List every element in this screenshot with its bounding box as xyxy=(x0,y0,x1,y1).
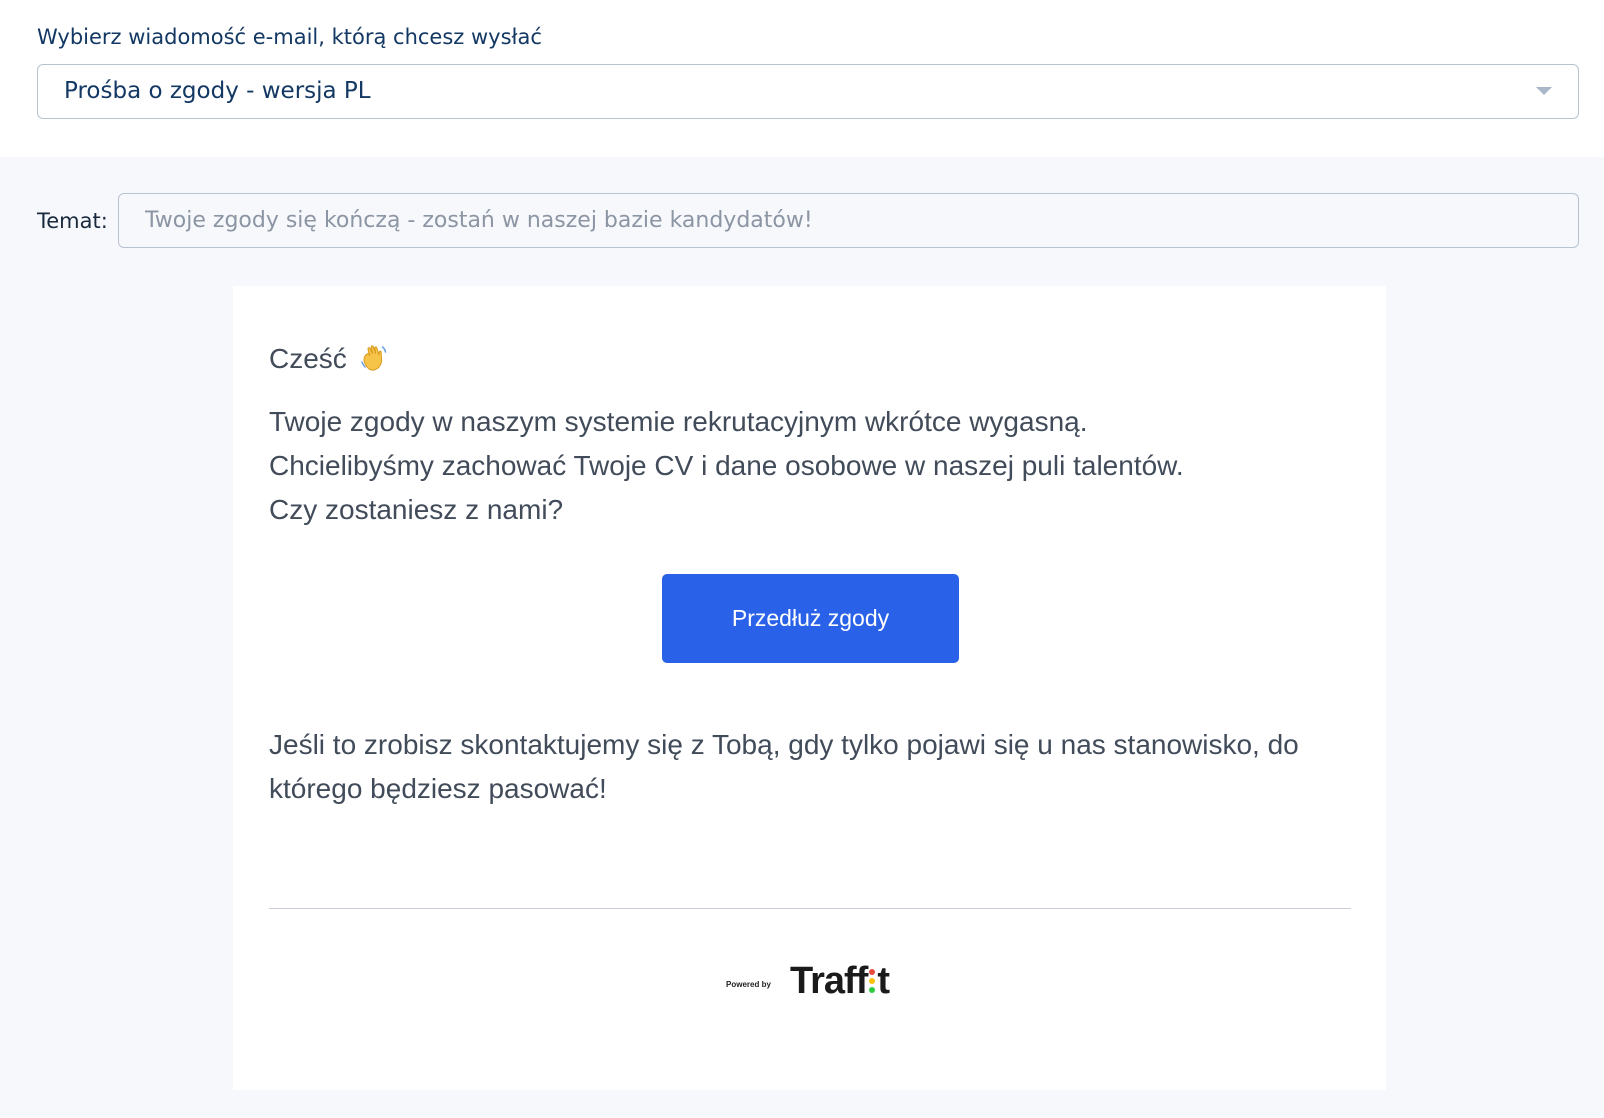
greeting-text: Cześć xyxy=(269,343,347,374)
email-greeting: Cześć xyxy=(269,343,389,375)
extend-consents-button[interactable]: Przedłuż zgody xyxy=(662,574,959,663)
email-body: Twoje zgody w naszym systemie rekrutacyj… xyxy=(269,400,1184,532)
subject-label: Temat: xyxy=(37,209,108,233)
traffit-logo: Traff t xyxy=(790,960,890,1003)
email-body-line: Twoje zgody w naszym systemie rekrutacyj… xyxy=(269,406,1088,437)
powered-by-label: Powered by xyxy=(726,980,771,989)
logo-text-start: Traff xyxy=(790,960,868,1002)
template-select-label: Wybierz wiadomość e-mail, którą chcesz w… xyxy=(37,25,542,49)
template-select-dropdown[interactable]: Prośba o zgody - wersja PL xyxy=(37,64,1579,119)
chevron-down-icon[interactable] xyxy=(1536,87,1552,95)
logo-text-end: t xyxy=(877,960,890,1002)
email-preview-card: Cześć Twoje zgody w naszym systemie rekr… xyxy=(233,286,1386,1090)
logo-dots-icon xyxy=(868,965,876,995)
template-select-section: Wybierz wiadomość e-mail, którą chcesz w… xyxy=(0,0,1604,157)
email-body-line: Czy zostaniesz z nami? xyxy=(269,494,564,525)
footer-divider xyxy=(269,908,1351,909)
subject-input[interactable] xyxy=(118,193,1579,248)
email-body-line: Chcielibyśmy zachować Twoje CV i dane os… xyxy=(269,450,1184,481)
email-followup-text: Jeśli to zrobisz skontaktujemy się z Tob… xyxy=(269,729,1299,804)
template-select-value: Prośba o zgody - wersja PL xyxy=(64,78,371,104)
waving-hand-icon xyxy=(360,345,386,371)
